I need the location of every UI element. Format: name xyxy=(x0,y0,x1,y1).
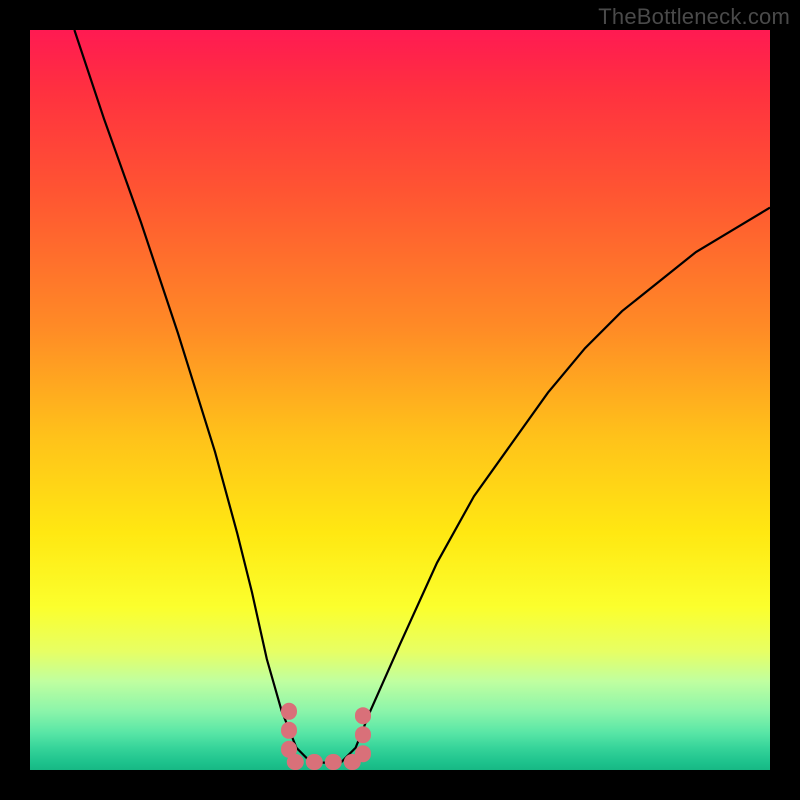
bottleneck-curve-path xyxy=(74,30,770,763)
curve-layer xyxy=(30,30,770,770)
chart-frame: TheBottleneck.com xyxy=(0,0,800,800)
optimal-region-marker xyxy=(289,711,363,762)
watermark-label: TheBottleneck.com xyxy=(598,4,790,30)
plot-area xyxy=(30,30,770,770)
